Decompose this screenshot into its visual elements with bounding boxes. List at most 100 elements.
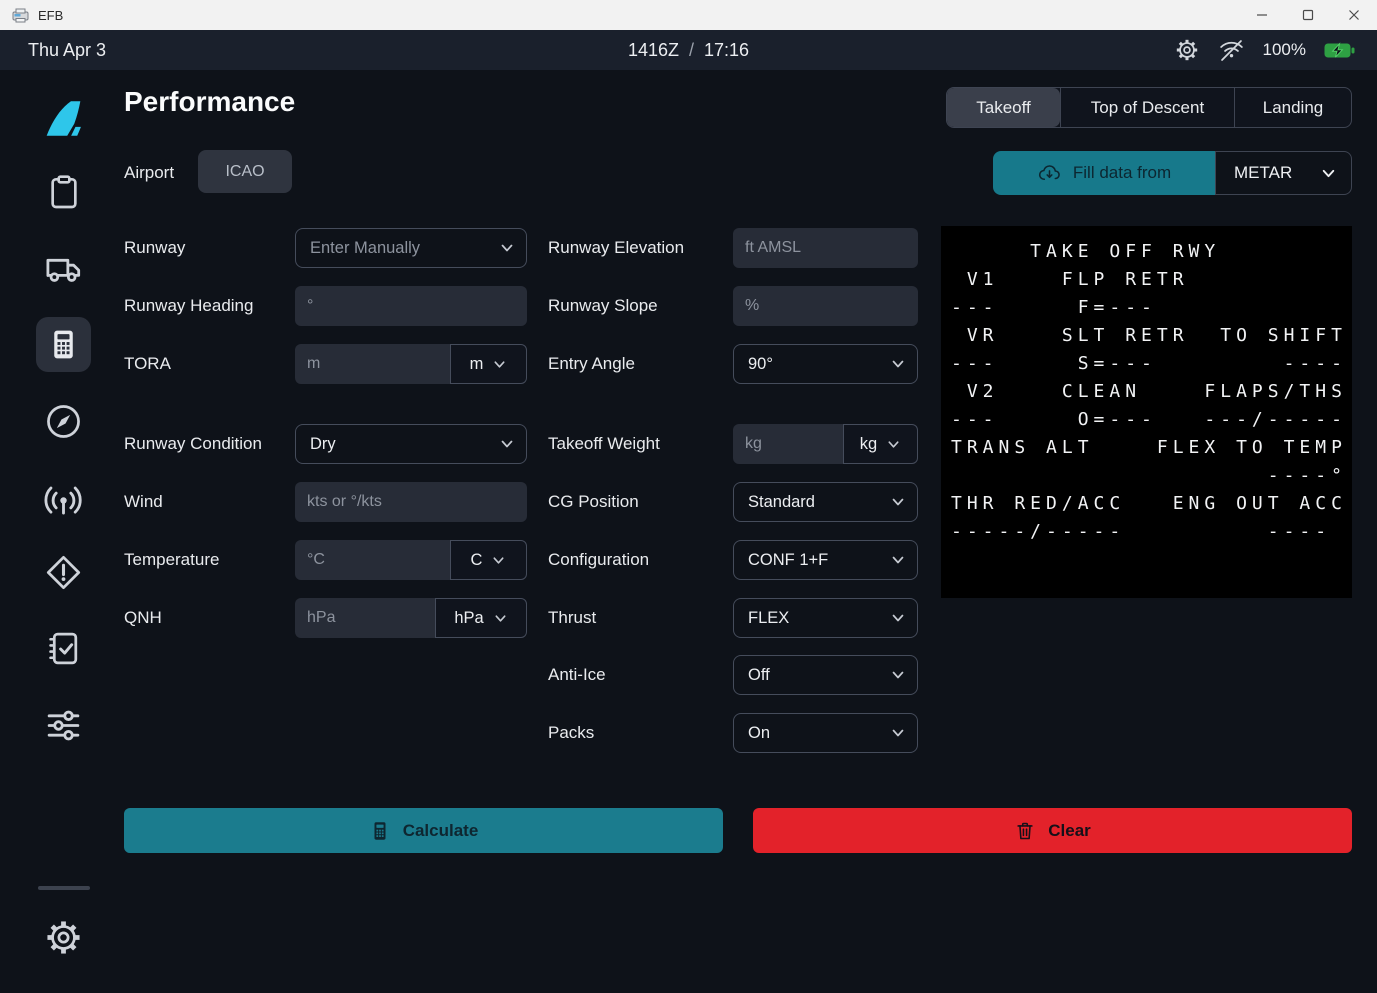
sidebar-divider [38,886,90,890]
sliders-icon [42,704,85,747]
entry-angle-value: 90° [748,355,773,374]
window-title: EFB [38,8,63,23]
sidebar-item-checklist[interactable] [0,628,127,669]
fill-source-dropdown[interactable]: METAR [1215,151,1352,195]
packs-label: Packs [548,713,594,753]
airport-label: Airport [124,151,174,194]
temperature-unit-select[interactable]: C [450,540,527,580]
truck-icon [43,247,85,289]
clear-label: Clear [1048,821,1091,841]
chevron-down-icon [491,553,506,568]
qnh-input[interactable] [295,598,435,638]
cg-position-select[interactable]: Standard [733,482,918,522]
tora-input[interactable] [295,344,450,384]
runway-elevation-label: Runway Elevation [548,228,684,268]
tab-takeoff[interactable]: Takeoff [947,88,1060,127]
temperature-label: Temperature [124,540,219,580]
calculator-icon [45,326,82,363]
sidebar-item-logo [0,95,127,142]
qnh-label: QNH [124,598,162,638]
temperature-input[interactable] [295,540,450,580]
calculate-label: Calculate [403,821,479,841]
battery-charging-icon [1324,41,1355,60]
status-clock: 1416Z/17:16 [0,30,1377,70]
tab-landing[interactable]: Landing [1234,88,1351,127]
entry-angle-select[interactable]: 90° [733,344,918,384]
clear-button[interactable]: Clear [753,808,1352,853]
anti-ice-value: Off [748,666,770,685]
packs-select[interactable]: On [733,713,918,753]
chevron-down-icon [886,437,901,452]
mcdu-screen-text: TAKE OFF RWY V1 FLP RETR --- F=--- VR SL… [941,226,1352,546]
temperature-unit-value: C [471,551,483,570]
thrust-value: FLEX [748,609,789,628]
temperature-field: C [295,540,527,580]
runway-condition-select[interactable]: Dry [295,424,527,464]
wifi-off-icon [1218,37,1245,64]
sidebar-item-hazard[interactable] [0,552,127,593]
runway-heading-label: Runway Heading [124,286,253,326]
window-titlebar: EFB [0,0,1377,30]
chevron-down-icon [890,667,906,683]
tab-top-of-descent[interactable]: Top of Descent [1060,88,1234,127]
entry-angle-label: Entry Angle [548,344,635,384]
takeoff-weight-unit-value: kg [860,435,877,454]
efb-app-window: EFB Thu Apr 3 1416Z/17:16 [0,0,1377,993]
runway-slope-label: Runway Slope [548,286,658,326]
sidebar-item-performance-calculator[interactable] [0,326,127,363]
status-bar: Thu Apr 3 1416Z/17:16 [0,30,1377,70]
sidebar-item-settings[interactable] [0,917,127,958]
sidebar-item-sliders[interactable] [0,704,127,747]
chevron-down-icon [1320,165,1337,182]
minimize-button[interactable] [1239,0,1285,30]
airport-icao-button[interactable]: ICAO [198,150,292,193]
qnh-field: hPa [295,598,527,638]
sidebar-item-antenna[interactable] [0,479,127,522]
takeoff-weight-unit-select[interactable]: kg [843,424,918,464]
calculate-button[interactable]: Calculate [124,808,723,853]
anti-ice-label: Anti-Ice [548,655,606,695]
tora-unit-select[interactable]: m [450,344,527,384]
runway-elevation-input[interactable] [733,228,918,268]
tora-field: m [295,344,527,384]
statusbar-gear-icon[interactable] [1174,37,1200,63]
runway-select[interactable]: Enter Manually [295,228,527,268]
anti-ice-select[interactable]: Off [733,655,918,695]
cloud-download-icon [1037,161,1062,186]
thrust-label: Thrust [548,598,596,638]
configuration-label: Configuration [548,540,649,580]
cg-position-value: Standard [748,493,815,512]
maximize-button[interactable] [1285,0,1331,30]
fill-source-value: METAR [1234,163,1292,183]
hazard-diamond-icon [43,552,84,593]
sidebar-item-clipboard[interactable] [0,172,127,212]
chevron-down-icon [492,357,507,372]
tora-unit-value: m [470,355,484,374]
chevron-down-icon [890,610,906,626]
page-title: Performance [124,86,295,118]
configuration-select[interactable]: CONF 1+F [733,540,918,580]
takeoff-weight-field: kg [733,424,918,464]
runway-select-value: Enter Manually [310,239,420,258]
sidebar-item-ground-vehicle[interactable] [0,247,127,289]
close-button[interactable] [1331,0,1377,30]
local-time: 17:16 [704,40,749,60]
battery-percent: 100% [1263,40,1306,60]
checklist-notebook-icon [43,628,84,669]
chevron-down-icon [499,240,515,256]
wind-input[interactable] [295,482,527,522]
wind-label: Wind [124,482,163,522]
runway-condition-value: Dry [310,435,336,454]
app-icon [12,8,29,23]
runway-slope-input[interactable] [733,286,918,326]
chevron-down-icon [890,552,906,568]
qnh-unit-select[interactable]: hPa [435,598,527,638]
thrust-select[interactable]: FLEX [733,598,918,638]
fill-data-from-button[interactable]: Fill data from [993,151,1215,195]
takeoff-weight-input[interactable] [733,424,843,464]
runway-heading-input[interactable] [295,286,527,326]
sidebar-item-compass[interactable] [0,401,127,442]
chevron-down-icon [890,356,906,372]
calculator-icon [369,820,391,842]
packs-value: On [748,724,770,743]
